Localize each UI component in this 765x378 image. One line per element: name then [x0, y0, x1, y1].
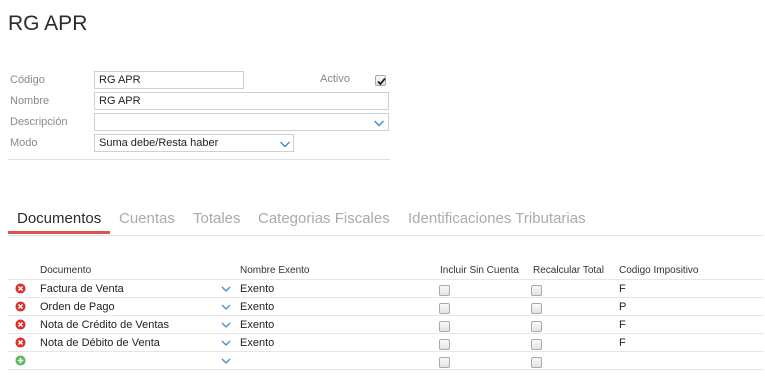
- tab-totales[interactable]: Totales: [193, 209, 241, 235]
- table-row-new: [8, 351, 764, 369]
- codigo-input[interactable]: RG APR: [94, 71, 244, 89]
- tab-categorias-fiscales[interactable]: Categorias Fiscales: [258, 209, 390, 235]
- modo-label: Modo: [10, 137, 38, 149]
- nombre-exento-cell[interactable]: Exento: [240, 283, 274, 295]
- chevron-down-icon: [280, 141, 290, 148]
- incluir-sin-cuenta-checkbox[interactable]: [439, 285, 450, 296]
- add-circle-icon[interactable]: [15, 355, 26, 366]
- table-row: Nota de Débito de Venta Exento F: [8, 333, 764, 351]
- chevron-down-icon[interactable]: [221, 303, 231, 311]
- tab-cuentas[interactable]: Cuentas: [119, 209, 175, 235]
- recalcular-total-checkbox[interactable]: [531, 303, 542, 314]
- nombre-input[interactable]: RG APR: [94, 92, 389, 110]
- column-header-recalcular-total: Recalcular Total: [533, 265, 604, 276]
- codigo-label: Código: [10, 74, 45, 86]
- remove-circle-icon[interactable]: [15, 301, 26, 312]
- chevron-down-icon[interactable]: [221, 285, 231, 293]
- recalcular-total-checkbox[interactable]: [531, 357, 542, 368]
- remove-circle-icon[interactable]: [15, 337, 26, 348]
- column-header-incluir-sin-cuenta: Incluir Sin Cuenta: [440, 265, 519, 276]
- active-tab-indicator: [8, 231, 110, 234]
- remove-circle-icon[interactable]: [15, 283, 26, 294]
- check-icon: [377, 77, 386, 86]
- codigo-impositivo-cell[interactable]: F: [619, 319, 626, 331]
- recalcular-total-checkbox[interactable]: [531, 321, 542, 332]
- nombre-exento-cell[interactable]: Exento: [240, 319, 274, 331]
- nombre-exento-cell[interactable]: Exento: [240, 301, 274, 313]
- nombre-label: Nombre: [10, 95, 50, 107]
- recalcular-total-checkbox[interactable]: [531, 339, 542, 350]
- table-bottom-border: [8, 369, 764, 370]
- codigo-impositivo-cell[interactable]: F: [619, 283, 626, 295]
- column-header-codigo-impositivo: Codigo Impositivo: [619, 265, 699, 276]
- codigo-impositivo-cell[interactable]: P: [619, 301, 626, 313]
- incluir-sin-cuenta-checkbox[interactable]: [439, 339, 450, 350]
- incluir-sin-cuenta-checkbox[interactable]: [439, 321, 450, 332]
- table-row: Nota de Crédito de Ventas Exento F: [8, 315, 764, 333]
- modo-select[interactable]: Suma debe/Resta haber: [94, 134, 294, 152]
- documento-cell[interactable]: Factura de Venta: [40, 283, 124, 295]
- chevron-down-icon[interactable]: [221, 357, 231, 365]
- recalcular-total-checkbox[interactable]: [531, 285, 542, 296]
- column-header-nombre-exento: Nombre Exento: [240, 265, 310, 276]
- incluir-sin-cuenta-checkbox[interactable]: [439, 357, 450, 368]
- remove-circle-icon[interactable]: [15, 319, 26, 330]
- codigo-impositivo-cell[interactable]: F: [619, 337, 626, 349]
- chevron-down-icon[interactable]: [221, 321, 231, 329]
- tab-identificaciones-tributarias[interactable]: Identificaciones Tributarias: [408, 209, 586, 235]
- descripcion-label: Descripción: [10, 116, 68, 128]
- activo-label: Activo: [320, 73, 350, 85]
- documento-cell[interactable]: Nota de Débito de Venta: [40, 337, 160, 349]
- documento-cell[interactable]: Orden de Pago: [40, 301, 115, 313]
- chevron-down-icon: [374, 120, 384, 127]
- tab-bar: Documentos Cuentas Totales Categorias Fi…: [8, 209, 764, 236]
- table-row: Orden de Pago Exento P: [8, 297, 764, 315]
- chevron-down-icon[interactable]: [221, 339, 231, 347]
- table-row: Factura de Venta Exento F: [8, 279, 764, 297]
- documento-cell[interactable]: Nota de Crédito de Ventas: [40, 319, 169, 331]
- incluir-sin-cuenta-checkbox[interactable]: [439, 303, 450, 314]
- column-header-documento: Documento: [40, 265, 92, 276]
- form-divider: [8, 159, 390, 160]
- nombre-exento-cell[interactable]: Exento: [240, 337, 274, 349]
- descripcion-select[interactable]: [94, 113, 389, 131]
- activo-checkbox[interactable]: [375, 75, 386, 86]
- modo-value: Suma debe/Resta haber: [99, 137, 219, 149]
- page-title: RG APR: [8, 12, 88, 35]
